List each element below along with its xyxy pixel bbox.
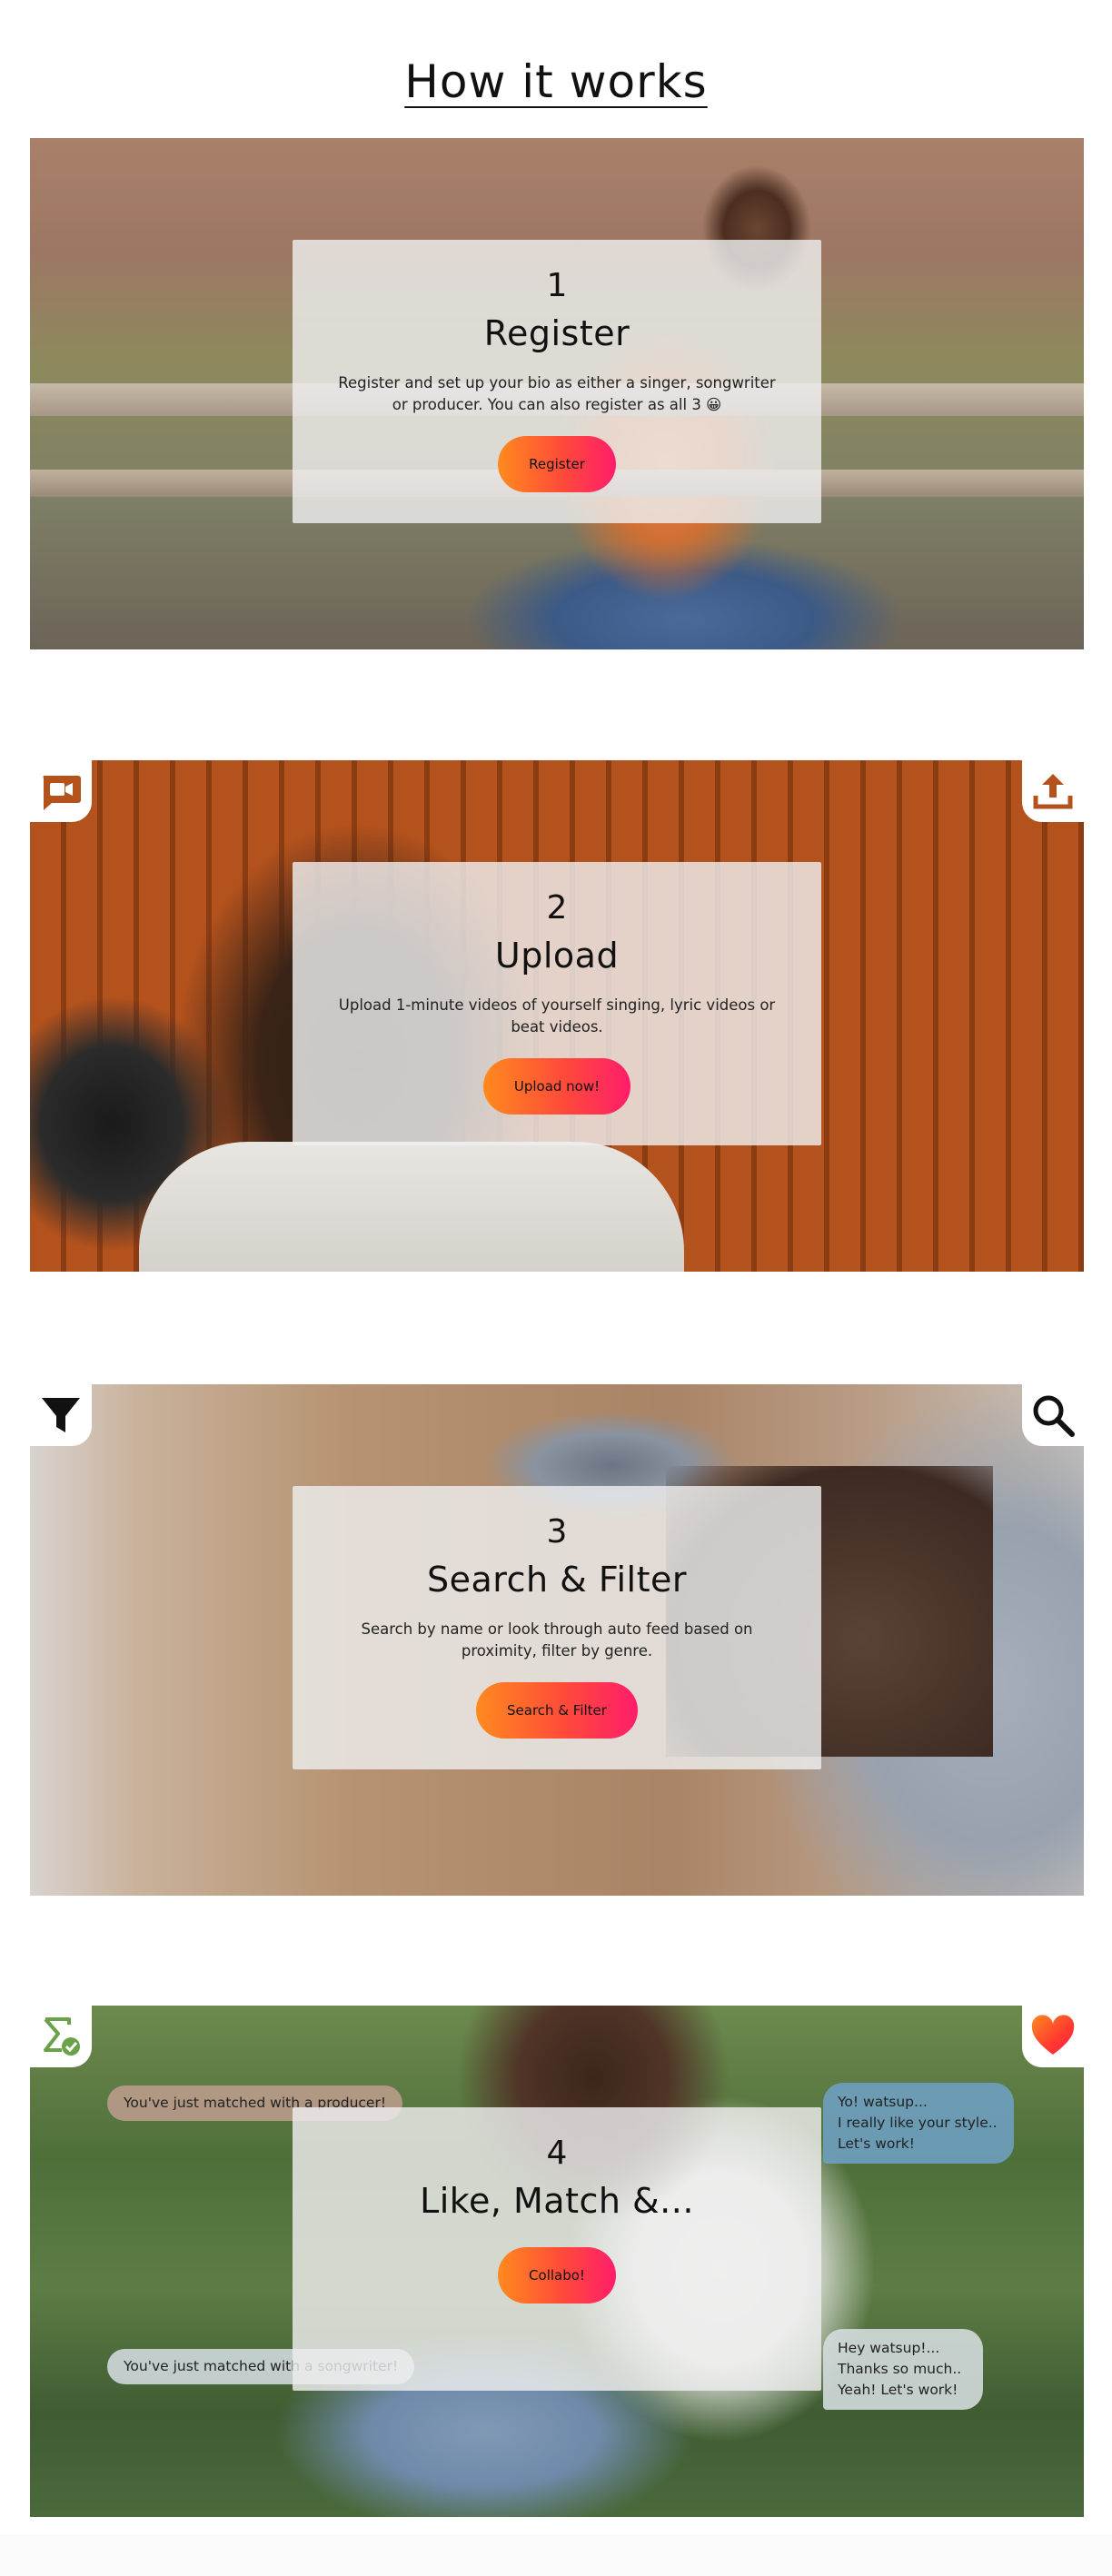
video-chat-icon (43, 776, 81, 810)
filter-icon (42, 1398, 80, 1432)
step-number: 2 (546, 889, 568, 926)
step-number: 1 (546, 267, 568, 304)
step-title: Register (483, 313, 630, 353)
step-match-section: You've just matched with a producer! You… (30, 2006, 1084, 2517)
heart-icon-badge[interactable] (1022, 2006, 1084, 2067)
sum-check-icon (44, 2017, 80, 2056)
chat-message-bubble: Yo! watsup... I really like your style..… (823, 2083, 1014, 2164)
footer-strip (0, 2534, 1112, 2576)
search-filter-button[interactable]: Search & Filter (476, 1682, 638, 1739)
step-number: 3 (546, 1513, 568, 1551)
video-chat-icon-badge (30, 760, 92, 822)
step-upload-section: 2 Upload Upload 1-minute videos of yours… (30, 760, 1084, 1272)
step-card: 3 Search & Filter Search by name or look… (293, 1486, 821, 1769)
search-icon-badge[interactable] (1022, 1384, 1084, 1446)
step-number: 4 (546, 2135, 568, 2172)
chat-message-bubble: Hey watsup!... Thanks so much.. Yeah! Le… (823, 2329, 983, 2410)
collabo-button[interactable]: Collabo! (498, 2247, 616, 2304)
step-description: Search by name or look through auto feed… (361, 1620, 753, 1660)
step-title: Upload (494, 936, 620, 976)
upload-now-button[interactable]: Upload now! (482, 1058, 631, 1115)
step-register-section: 1 Register Register and set up your bio … (30, 138, 1084, 649)
chat-line: Yo! watsup... (838, 2094, 928, 2110)
search-icon (1033, 1395, 1075, 1437)
chat-line: Yeah! Let's work! (838, 2382, 958, 2398)
upload-icon (1033, 774, 1073, 809)
step-title: Like, Match &... (420, 2181, 694, 2221)
step-description: Register and set up your bio as either a… (338, 374, 776, 413)
sum-check-icon-badge (30, 2006, 92, 2067)
step-description: Upload 1-minute videos of yourself singi… (338, 996, 776, 1035)
chat-line: I really like your style.. (838, 2115, 998, 2131)
step-title: Search & Filter (427, 1560, 687, 1600)
page-title: How it works (404, 55, 708, 108)
heart-icon (1031, 2015, 1075, 2055)
step-card: 4 Like, Match &... Collabo! (293, 2107, 821, 2391)
register-button[interactable]: Register (498, 436, 616, 492)
step-card: 1 Register Register and set up your bio … (293, 240, 821, 523)
step-search-section: 3 Search & Filter Search by name or look… (30, 1384, 1084, 1896)
chat-line: Let's work! (838, 2135, 915, 2152)
filter-icon-badge[interactable] (30, 1384, 92, 1446)
step-card: 2 Upload Upload 1-minute videos of yours… (293, 862, 821, 1145)
upload-icon-badge[interactable] (1022, 760, 1084, 822)
chat-line: Thanks so much.. (838, 2361, 962, 2377)
chat-line: Hey watsup!... (838, 2340, 940, 2356)
